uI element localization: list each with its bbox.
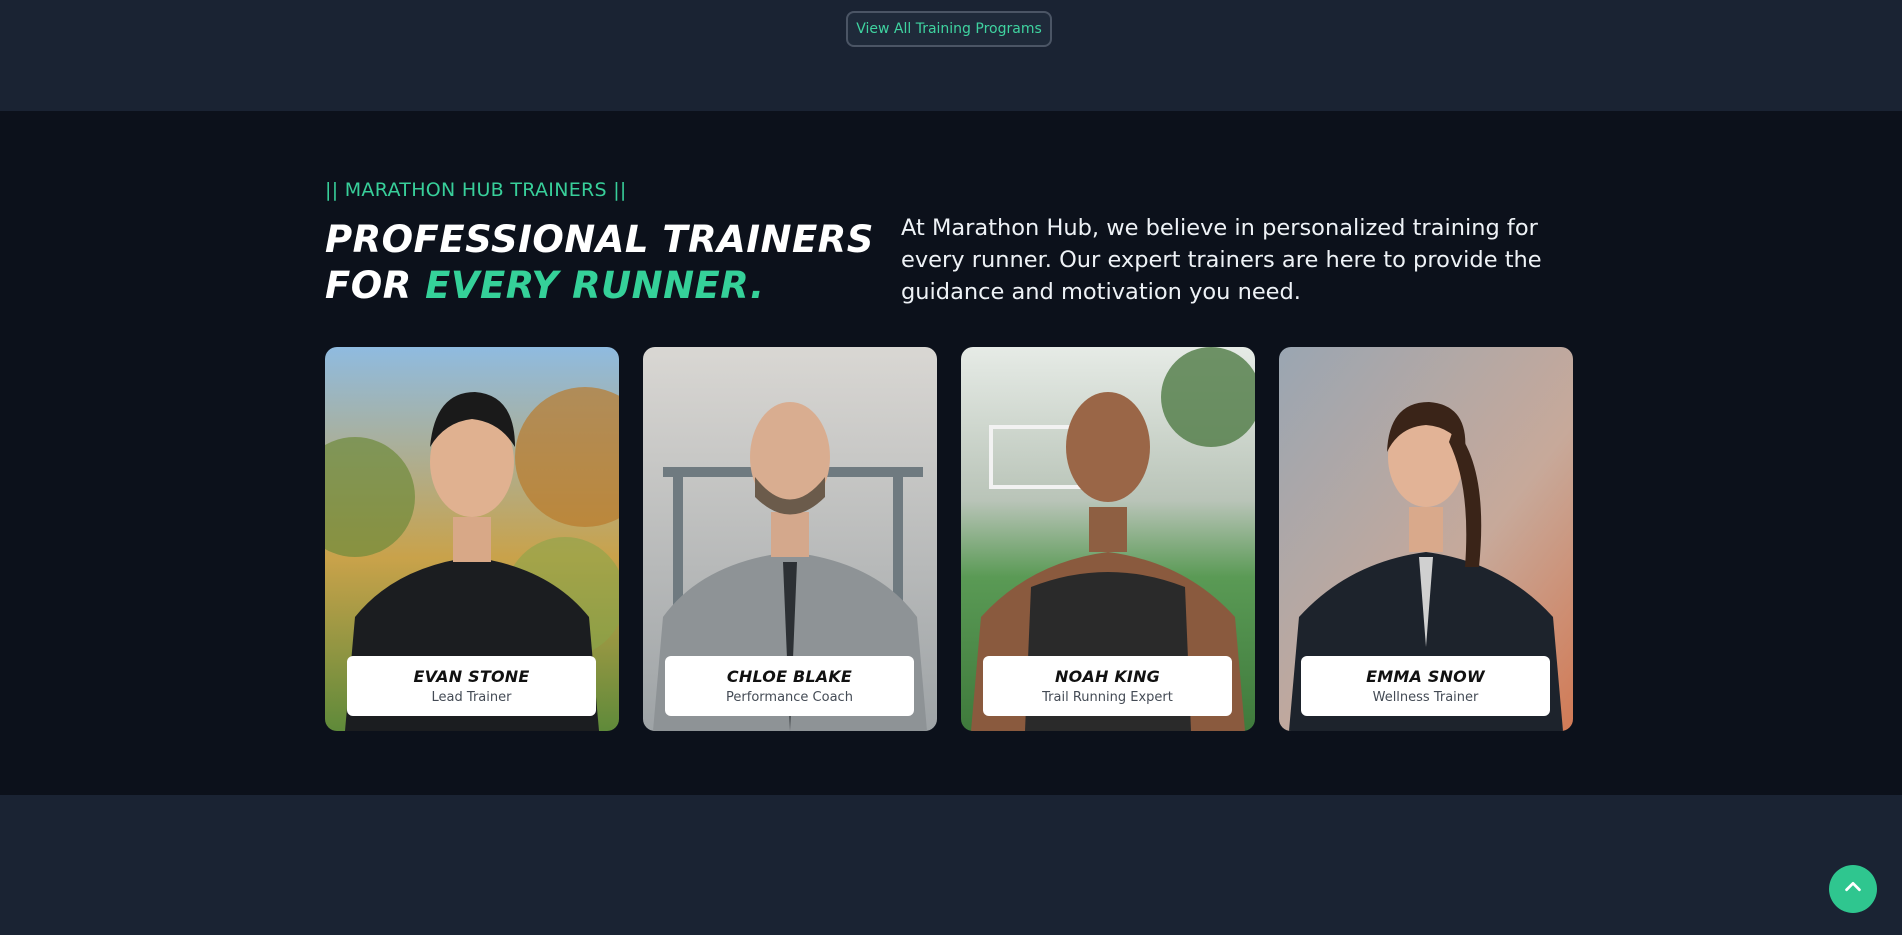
trainer-role: Trail Running Expert	[1042, 690, 1173, 705]
section-intro: At Marathon Hub, we believe in personali…	[901, 215, 1542, 305]
heading-line-2-accent: EVERY RUNNER.	[425, 264, 765, 307]
chevron-up-icon	[1842, 876, 1864, 902]
trainer-name: CHLOE BLAKE	[726, 667, 853, 686]
trainer-label: EMMA SNOW Wellness Trainer	[1301, 656, 1550, 716]
top-band: View All Training Programs	[0, 0, 1902, 111]
section-heading: PROFESSIONAL TRAINERS FOR EVERY RUNNER.	[325, 217, 874, 309]
trainer-role: Performance Coach	[726, 690, 853, 705]
trainer-card[interactable]: NOAH KING Trail Running Expert	[961, 347, 1255, 731]
trainer-cards: EVAN STONE Lead Trainer CHLOE BLAKE Perf…	[325, 347, 1575, 731]
heading-line-2-prefix: FOR	[325, 264, 426, 307]
bottom-band	[0, 795, 1902, 935]
trainer-name: EMMA SNOW	[1366, 667, 1485, 686]
trainer-label: EVAN STONE Lead Trainer	[347, 656, 596, 716]
heading-line-1: PROFESSIONAL TRAINERS	[325, 218, 874, 261]
view-all-training-programs-button[interactable]: View All Training Programs	[846, 11, 1052, 47]
trainer-role: Lead Trainer	[431, 690, 512, 705]
trainer-label: NOAH KING Trail Running Expert	[983, 656, 1232, 716]
scroll-to-top-button[interactable]	[1829, 865, 1877, 913]
trainer-name: EVAN STONE	[413, 667, 530, 686]
trainer-role: Wellness Trainer	[1372, 690, 1479, 705]
trainers-section: || MARATHON HUB TRAINERS || PROFESSIONAL…	[0, 111, 1902, 795]
trainer-card[interactable]: EVAN STONE Lead Trainer	[325, 347, 619, 731]
section-eyebrow: || MARATHON HUB TRAINERS ||	[325, 179, 627, 201]
trainer-card[interactable]: CHLOE BLAKE Performance Coach	[643, 347, 937, 731]
trainer-card[interactable]: EMMA SNOW Wellness Trainer	[1279, 347, 1573, 731]
trainer-name: NOAH KING	[1054, 667, 1160, 686]
trainer-label: CHLOE BLAKE Performance Coach	[665, 656, 914, 716]
